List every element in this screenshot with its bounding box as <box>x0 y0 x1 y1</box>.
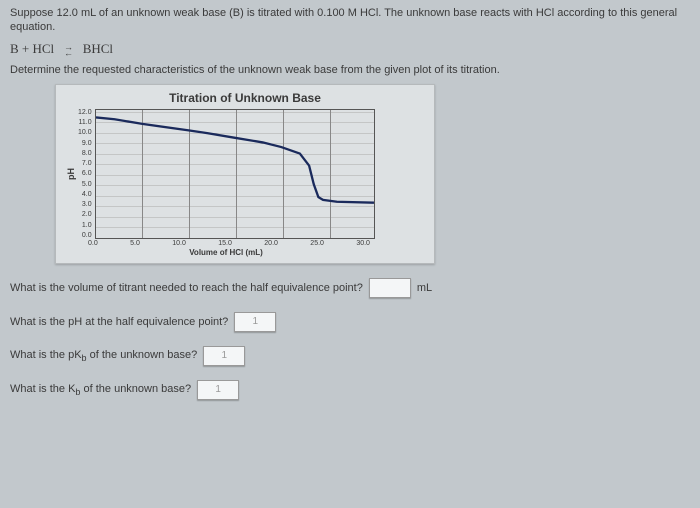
x-axis-label: Volume of HCl (mL) <box>86 248 366 257</box>
y-axis-ticks: 12.011.0 10.09.0 8.07.0 6.05.0 4.03.0 2.… <box>78 109 95 239</box>
x-axis-ticks: 0.05.0 10.015.0 20.025.0 30.0 <box>88 240 370 247</box>
chart-plot-area <box>95 109 375 239</box>
reaction-equation: B + HCl BHCl <box>10 41 690 58</box>
q2-text: What is the pH at the half equivalence p… <box>10 316 228 328</box>
equilibrium-arrows-icon <box>57 44 79 56</box>
question-4: What is the Kb of the unknown base? 1 <box>10 380 690 400</box>
q2-input[interactable]: 1 <box>234 312 276 332</box>
question-2: What is the pH at the half equivalence p… <box>10 312 690 332</box>
eq-left: B + HCl <box>10 41 54 56</box>
y-axis-label: pH <box>66 168 76 180</box>
question-1: What is the volume of titrant needed to … <box>10 278 690 298</box>
intro-line-2: Determine the requested characteristics … <box>10 63 690 77</box>
q1-input[interactable] <box>369 278 411 298</box>
question-3: What is the pKb of the unknown base? 1 <box>10 346 690 366</box>
q1-text: What is the volume of titrant needed to … <box>10 282 363 294</box>
titration-chart-panel: Titration of Unknown Base pH 12.011.0 10… <box>55 84 435 264</box>
q1-unit: mL <box>417 282 432 294</box>
q3-text: What is the pKb of the unknown base? <box>10 349 197 363</box>
problem-statement: Suppose 12.0 mL of an unknown weak base … <box>10 6 690 78</box>
eq-right: BHCl <box>83 41 113 56</box>
intro-line-1: Suppose 12.0 mL of an unknown weak base … <box>10 6 690 35</box>
q4-input[interactable]: 1 <box>197 380 239 400</box>
chart-title: Titration of Unknown Base <box>66 91 424 105</box>
q3-input[interactable]: 1 <box>203 346 245 366</box>
q4-text: What is the Kb of the unknown base? <box>10 383 191 397</box>
titration-curve <box>96 110 374 221</box>
